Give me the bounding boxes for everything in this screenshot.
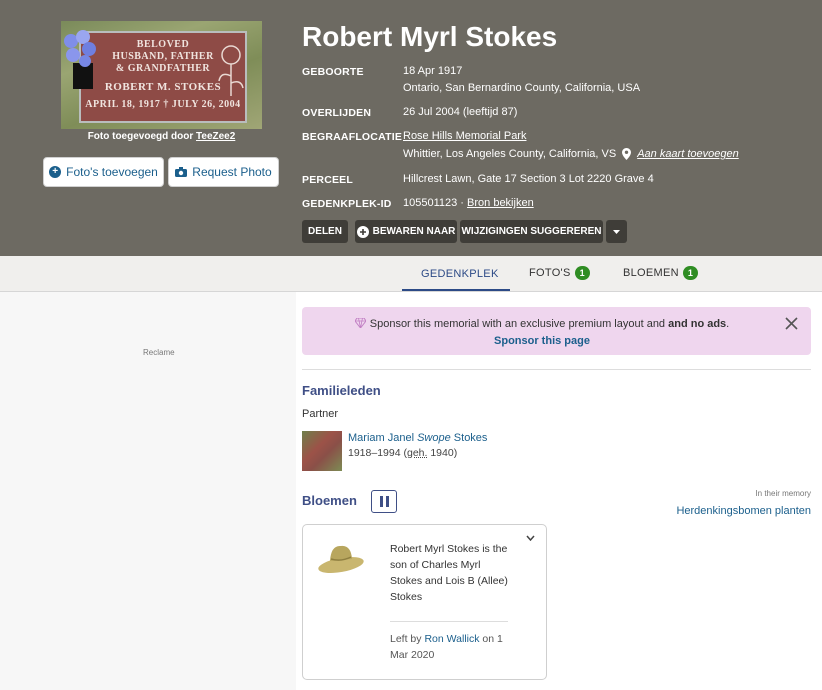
sponsor-text-bold: and no ads — [668, 318, 727, 330]
flowers-icon — [64, 30, 96, 89]
pause-slideshow-button[interactable] — [371, 490, 397, 513]
active-tab-indicator — [402, 289, 510, 291]
memorial-photo[interactable]: BELOVED HUSBAND, FATHER & GRANDFATHER RO… — [61, 21, 262, 129]
plant-trees-link[interactable]: Herdenkingsbomen planten — [676, 505, 811, 517]
burial-place-row: Whittier, Los Angeles County, California… — [403, 148, 739, 160]
flower-message: Robert Myrl Stokes is the son of Charles… — [390, 543, 508, 603]
pause-icon — [385, 496, 389, 507]
married-abbrev: geh. — [406, 447, 428, 459]
share-label: DELEN — [308, 226, 342, 237]
memorial-name: Robert Myrl Stokes — [302, 21, 558, 52]
plus-circle-icon: + — [49, 166, 62, 178]
view-source-link[interactable]: Bron bekijken — [467, 197, 534, 209]
partner-years: 1918–1994 ( — [348, 447, 407, 459]
plus-circle-icon — [356, 225, 369, 238]
birth-date: 18 Apr 1917 — [403, 65, 463, 77]
flowers-heading: Bloemen — [302, 493, 357, 508]
save-to-button[interactable]: BEWAREN NAAR — [355, 220, 457, 243]
partner-first-name: Mariam Janel — [348, 432, 415, 444]
death-value: 26 Jul 2004 (leeftijd 87) — [403, 106, 518, 118]
photos-count-badge: 1 — [574, 266, 590, 280]
in-memory-label: In their memory — [755, 489, 811, 498]
burial-place: Whittier, Los Angeles County, California… — [403, 148, 617, 160]
plot-value: Hillcrest Lawn, Gate 17 Section 3 Lot 22… — [403, 173, 654, 185]
burial-label: BEGRAAFLOCATIE — [302, 131, 403, 143]
photo-caption-prefix: Foto toegevoegd door — [87, 131, 194, 142]
birth-label: GEBOORTE — [302, 66, 364, 78]
gem-icon — [354, 317, 367, 329]
tab-flowers[interactable]: BLOEMEN 1 — [623, 266, 699, 280]
pause-icon — [379, 496, 383, 507]
birth-place: Ontario, San Bernardino County, Californ… — [403, 82, 641, 94]
tab-bar — [0, 256, 822, 292]
map-pin-icon — [622, 148, 632, 160]
cemetery-link-text[interactable]: Rose Hills Memorial Park — [403, 130, 526, 142]
partner-photo-thumbnail[interactable] — [302, 431, 342, 471]
sponsor-text: Sponsor this memorial with an exclusive … — [302, 317, 782, 330]
tab-flowers-label: BLOEMEN — [623, 267, 679, 279]
photo-caption: Foto toegevoegd door TeeZee2 — [61, 131, 262, 142]
partner-dates: 1918–1994 (geh. 1940) — [348, 447, 457, 459]
plot-label: PERCEEL — [302, 174, 353, 186]
more-actions-dropdown[interactable] — [606, 220, 627, 243]
caret-down-icon — [613, 229, 620, 234]
flower-left-by: Left by Ron Wallick on 1 Mar 2020 — [390, 631, 515, 663]
request-photo-button[interactable]: Request Photo — [168, 157, 279, 187]
section-divider — [302, 369, 811, 370]
partner-last-name: Stokes — [453, 432, 488, 444]
sponsor-page-link[interactable]: Sponsor this page — [302, 335, 782, 347]
tab-photos-label: FOTO'S — [529, 267, 571, 279]
tab-photos[interactable]: FOTO'S 1 — [529, 266, 590, 280]
memorial-id-value: 105501123 · — [403, 197, 464, 209]
partner-married-year: 1940) — [427, 447, 458, 459]
flowers-count-badge: 1 — [682, 266, 699, 280]
chevron-down-icon[interactable] — [526, 535, 535, 541]
suggest-edits-label: WIJZIGINGEN SUGGEREREN — [461, 226, 602, 237]
sponsor-banner: Sponsor this memorial with an exclusive … — [302, 307, 811, 355]
share-button[interactable]: DELEN — [302, 220, 348, 243]
add-photos-label: Foto's toevoegen — [66, 165, 158, 179]
flower-card[interactable]: Robert Myrl Stokes is the son of Charles… — [302, 524, 547, 680]
close-icon[interactable] — [785, 317, 798, 330]
memorial-id-label: GEDENKPLEK-ID — [302, 198, 392, 210]
burial-cemetery-link[interactable]: Rose Hills Memorial Park — [403, 130, 526, 142]
ad-label: Reclame — [143, 348, 175, 357]
partner-maiden-name: Swope — [417, 432, 451, 444]
tab-memorial-label: GEDENKPLEK — [421, 268, 499, 280]
family-heading: Familieleden — [302, 383, 381, 398]
cowboy-hat-icon — [318, 545, 364, 573]
card-divider — [390, 621, 508, 622]
request-photo-label: Request Photo — [192, 165, 272, 179]
camera-icon — [175, 167, 188, 177]
add-to-map-link[interactable]: Aan kaart toevoegen — [637, 148, 739, 160]
left-by-prefix: Left by — [390, 633, 422, 645]
memorial-id-row: 105501123 · Bron bekijken — [403, 197, 534, 209]
photo-uploader-link[interactable]: TeeZee2 — [196, 131, 235, 142]
save-to-label: BEWAREN NAAR — [372, 226, 456, 237]
death-label: OVERLIJDEN — [302, 107, 372, 119]
suggest-edits-button[interactable]: WIJZIGINGEN SUGGEREREN — [460, 220, 603, 243]
sponsor-text-main: Sponsor this memorial with an exclusive … — [369, 318, 644, 330]
partner-name-link[interactable]: Mariam Janel Swope Stokes — [348, 432, 487, 444]
partner-label: Partner — [302, 408, 339, 420]
rose-engraving-icon — [218, 45, 244, 96]
add-photos-button[interactable]: + Foto's toevoegen — [43, 157, 164, 187]
tab-memorial[interactable]: GEDENKPLEK — [421, 268, 499, 280]
left-by-user-link[interactable]: Ron Wallick — [424, 633, 479, 645]
